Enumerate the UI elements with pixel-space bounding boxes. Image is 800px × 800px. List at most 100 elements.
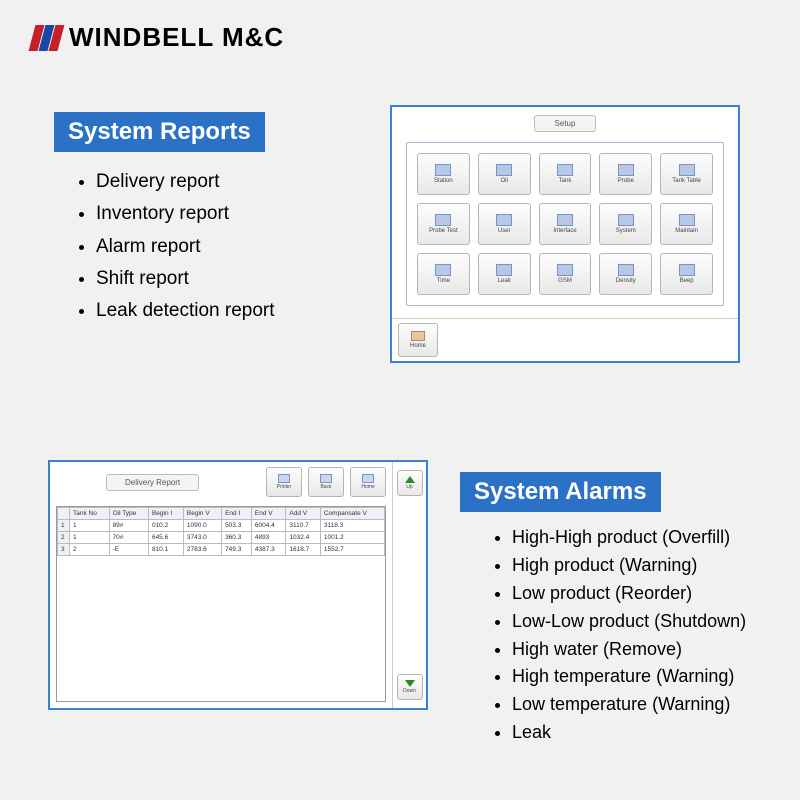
setup-tile-gsm[interactable]: GSM [539,253,592,295]
table-row[interactable]: 2 1 70# 645.6 3743.0 360.3 4893 1032.4 1… [58,532,385,544]
system-alarms-list: High-High product (Overfill) High produc… [494,524,746,747]
tile-label: System [616,228,636,234]
alarm-item: Low temperature (Warning) [512,691,746,719]
report-item: Alarm report [96,231,275,263]
tile-label: GSM [558,278,572,284]
back-button[interactable]: Back [308,467,344,497]
home-label: Home [410,343,426,349]
tile-label: Station [434,178,453,184]
setup-panel: Setup Station Oil Tank Probe Tank Table … [390,105,740,363]
cell: 70# [109,532,148,544]
cell: 810.1 [148,544,183,556]
row-index-header [58,508,70,520]
brand-name: WINDBELL M&C [69,22,284,53]
tile-label: Oil [501,178,508,184]
system-reports-list: Delivery report Inventory report Alarm r… [78,166,275,327]
delivery-report-panel: Delivery Report Printer Back Home Tank N… [48,460,428,710]
col-header: Begin I [148,508,183,520]
setup-title-button[interactable]: Setup [534,115,597,132]
table-row[interactable]: 1 1 89# 010.2 1090.0 503.3 6004.4 3110.7… [58,520,385,532]
alarm-item: Low product (Reorder) [512,580,746,608]
tile-label: Beep [680,278,694,284]
brand-mark-icon [32,25,61,51]
setup-tile-tanktable[interactable]: Tank Table [660,153,713,195]
setup-tile-probe[interactable]: Probe [599,153,652,195]
cell: 1032.4 [286,532,320,544]
setup-tile-maintain[interactable]: Maintain [660,203,713,245]
home-button[interactable]: Home [350,467,386,497]
tile-label: Tank [559,178,572,184]
printer-icon [278,474,290,483]
system-reports-heading: System Reports [54,112,265,152]
cell: 3110.7 [286,520,320,532]
cell: 2783.6 [183,544,221,556]
cell: 1001.2 [320,532,384,544]
tanktable-icon [679,164,695,176]
setup-tile-interface[interactable]: Interface [539,203,592,245]
setup-tile-beep[interactable]: Beep [660,253,713,295]
setup-tile-grid: Station Oil Tank Probe Tank Table Probe … [417,153,713,295]
btn-label: Up [406,484,412,490]
printer-button[interactable]: Printer [266,467,302,497]
home-icon [411,331,425,341]
col-header: Oil Type [109,508,148,520]
tile-label: Probe Test [429,228,458,234]
probe-icon [618,164,634,176]
tank-icon [557,164,573,176]
cell: 3743.0 [183,532,221,544]
btn-label: Down [403,688,416,694]
system-alarms-heading: System Alarms [460,472,661,512]
system-icon [618,214,634,226]
setup-tile-user[interactable]: User [478,203,531,245]
alarm-item: Leak [512,719,746,747]
table-row[interactable]: 3 2 -E 810.1 2783.6 749.3 4387.3 1618.7 … [58,544,385,556]
report-item: Shift report [96,263,275,295]
setup-tile-tank[interactable]: Tank [539,153,592,195]
setup-tile-time[interactable]: Time [417,253,470,295]
tile-label: Time [437,278,450,284]
tile-label: User [498,228,511,234]
cell: 1618.7 [286,544,320,556]
cell: 4387.3 [251,544,285,556]
tile-label: Leak [498,278,511,284]
setup-tile-oil[interactable]: Oil [478,153,531,195]
btn-label: Home [361,484,374,490]
delivery-report-table: Tank No Oil Type Begin I Begin V End I E… [57,507,385,556]
report-item: Leak detection report [96,295,275,327]
brand-logo: WINDBELL M&C [32,22,284,53]
report-toolbar: Delivery Report Printer Back Home [50,462,392,502]
scroll-down-button[interactable]: Down [397,674,423,700]
cell: 1 [70,520,110,532]
cell: 1552.7 [320,544,384,556]
system-reports-section: System Reports Delivery report Inventory… [54,112,275,327]
btn-label: Printer [277,484,292,490]
cell: 6004.4 [251,520,285,532]
setup-tile-probetest[interactable]: Probe Test [417,203,470,245]
user-icon [496,214,512,226]
setup-tile-leak[interactable]: Leak [478,253,531,295]
report-table-container: Tank No Oil Type Begin I Begin V End I E… [56,506,386,702]
alarm-item: High temperature (Warning) [512,663,746,691]
setup-home-button[interactable]: Home [398,323,438,357]
col-header: Compansate V [320,508,384,520]
col-header: End I [222,508,252,520]
col-header: Begin V [183,508,221,520]
density-icon [618,264,634,276]
tile-label: Maintain [675,228,698,234]
report-title-button[interactable]: Delivery Report [106,474,199,491]
setup-tile-density[interactable]: Density [599,253,652,295]
setup-header: Setup [392,107,738,136]
interface-icon [557,214,573,226]
home-icon [362,474,374,483]
setup-tile-system[interactable]: System [599,203,652,245]
tile-label: Tank Table [672,178,701,184]
gsm-icon [557,264,573,276]
cell: 749.3 [222,544,252,556]
station-icon [435,164,451,176]
back-icon [320,474,332,483]
scroll-up-button[interactable]: Up [397,470,423,496]
system-alarms-section: System Alarms High-High product (Overfil… [460,472,746,747]
setup-tile-station[interactable]: Station [417,153,470,195]
col-header: End V [251,508,285,520]
report-scroll-side: Up Down [392,462,426,708]
